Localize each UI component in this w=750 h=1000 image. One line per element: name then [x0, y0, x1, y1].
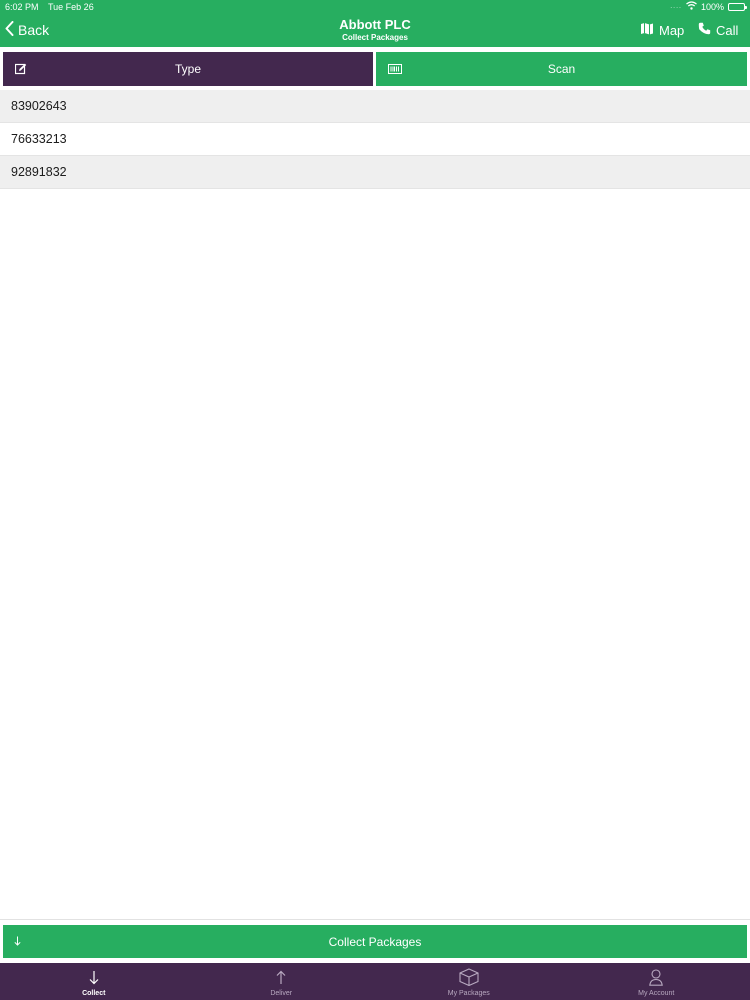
- type-label: Type: [174, 62, 201, 76]
- tab-label: My Account: [638, 990, 675, 997]
- call-button[interactable]: Call: [698, 20, 738, 40]
- status-indicators: .... 100%: [670, 0, 747, 14]
- tab-label: My Packages: [447, 990, 490, 997]
- chevron-left-icon: [5, 21, 14, 39]
- status-date: Tue Feb 26: [48, 2, 94, 12]
- tab-my-account[interactable]: My Account: [563, 963, 750, 1000]
- call-label: Call: [716, 22, 739, 38]
- back-label: Back: [18, 22, 50, 38]
- list-item[interactable]: 92891832: [0, 156, 750, 189]
- top-bar: 6:02 PM Tue Feb 26 .... 100% Back Abbott…: [0, 0, 750, 47]
- battery-icon: [728, 3, 747, 11]
- collect-packages-label: Collect Packages: [328, 934, 422, 949]
- arrow-up-icon: [276, 968, 286, 986]
- map-icon: [640, 22, 654, 38]
- phone-icon: [698, 22, 711, 38]
- box-icon: [459, 968, 479, 986]
- divider: [0, 919, 750, 920]
- scan-button[interactable]: Scan: [376, 52, 747, 86]
- map-button[interactable]: Map: [640, 20, 684, 40]
- scan-label: Scan: [547, 62, 576, 76]
- signal-icon: ....: [670, 3, 682, 10]
- barcode-icon: [388, 63, 402, 77]
- edit-icon: [14, 63, 27, 78]
- tab-deliver[interactable]: Deliver: [188, 963, 376, 1000]
- map-label: Map: [659, 22, 685, 38]
- tab-label: Deliver: [270, 990, 293, 997]
- battery-percent: 100%: [700, 2, 724, 12]
- tab-my-packages[interactable]: My Packages: [375, 963, 563, 1000]
- wifi-icon: [686, 0, 697, 14]
- page-title: Abbott PLC: [339, 17, 411, 32]
- tab-collect[interactable]: Collect: [0, 963, 188, 1000]
- status-bar: 6:02 PM Tue Feb 26 .... 100%: [0, 0, 750, 14]
- list-item[interactable]: 76633213: [0, 123, 750, 156]
- list-item[interactable]: 83902643: [0, 90, 750, 123]
- user-icon: [649, 968, 664, 986]
- status-time: 6:02 PM: [5, 2, 39, 12]
- arrow-down-icon: [89, 968, 99, 986]
- tab-label: Collect: [82, 990, 106, 997]
- page-subtitle: Collect Packages: [342, 33, 408, 42]
- nav-title-group: Abbott PLC Collect Packages: [0, 17, 750, 43]
- tab-bar: Collect Deliver My Packages My Account: [0, 963, 750, 1000]
- back-button[interactable]: Back: [5, 20, 49, 40]
- collect-packages-button[interactable]: Collect Packages: [3, 925, 747, 958]
- arrow-down-icon: [14, 935, 21, 949]
- type-button[interactable]: Type: [3, 52, 373, 86]
- package-list: 83902643 76633213 92891832: [0, 90, 750, 189]
